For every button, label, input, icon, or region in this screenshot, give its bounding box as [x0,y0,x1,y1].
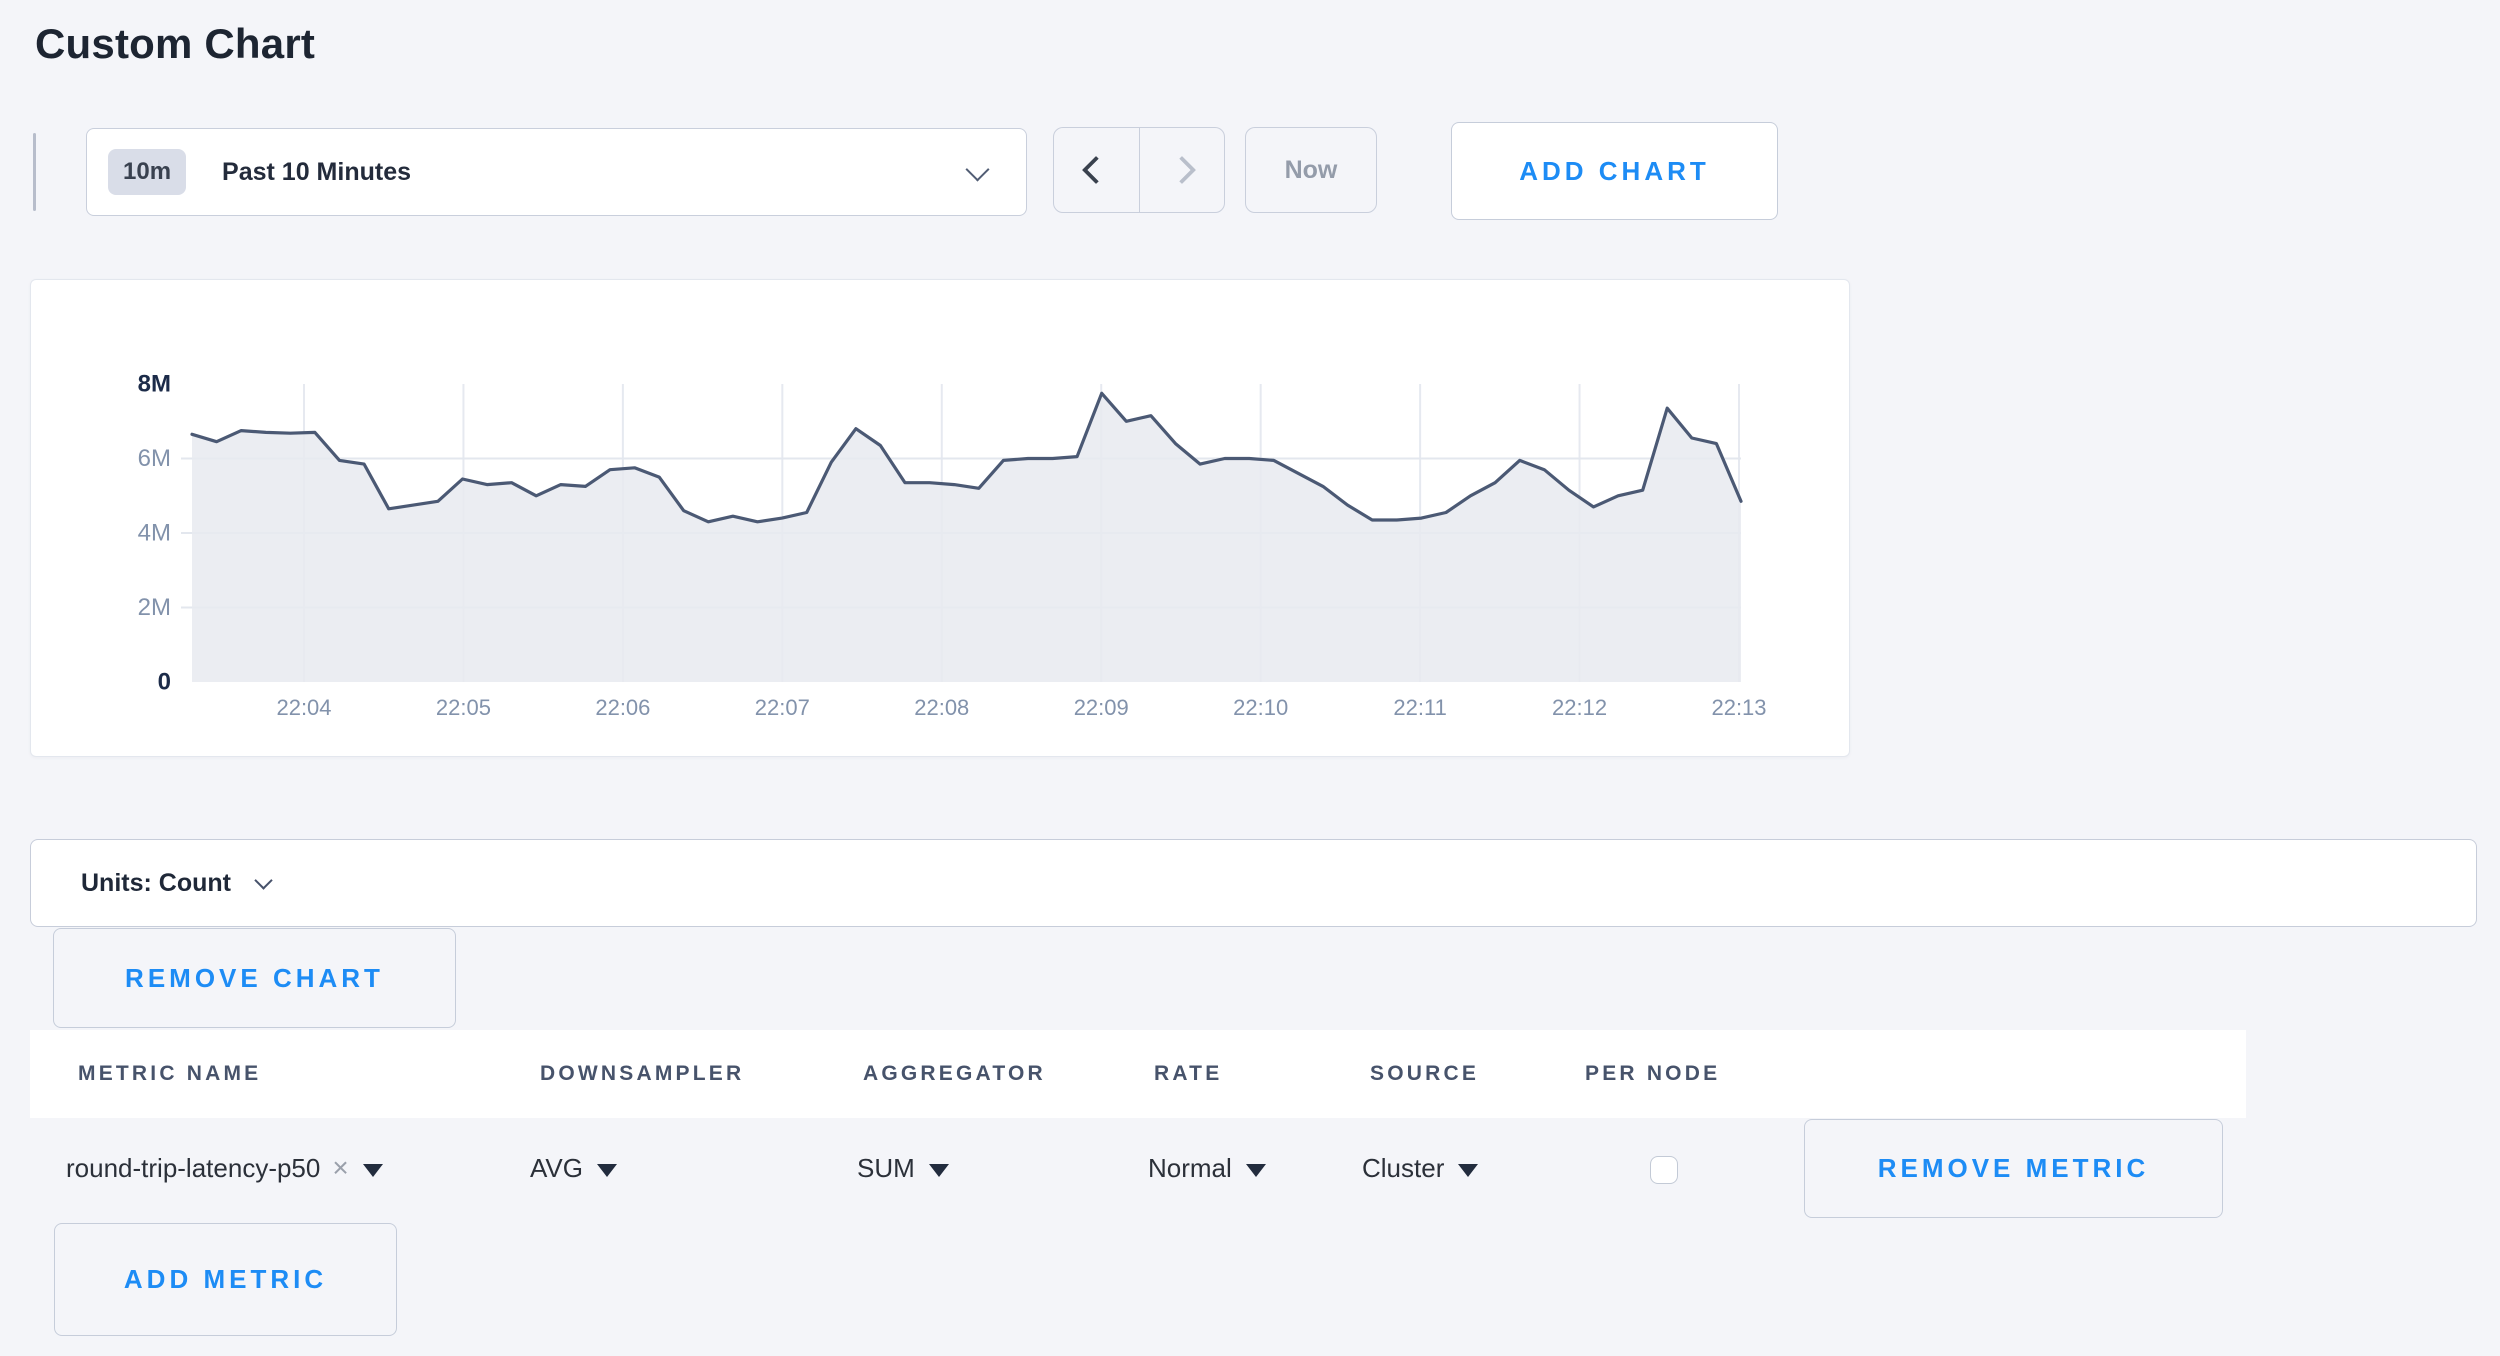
time-range-select[interactable]: 10m Past 10 Minutes [86,128,1027,216]
svg-text:22:04: 22:04 [276,695,331,720]
now-button[interactable]: Now [1245,127,1377,213]
prev-time-button[interactable] [1054,128,1140,212]
metric-name-value: round-trip-latency-p50 [66,1153,320,1184]
caret-down-icon [597,1164,617,1177]
caret-down-icon [363,1164,383,1177]
source-dropdown[interactable]: Cluster [1362,1118,1478,1218]
remove-metric-button[interactable]: REMOVE METRIC [1804,1119,2223,1218]
toolbar-left-divider [33,133,36,211]
svg-text:22:10: 22:10 [1233,695,1288,720]
column-header-source: SOURCE [1370,1030,1479,1118]
source-value: Cluster [1362,1153,1444,1184]
caret-down-icon [1246,1164,1266,1177]
chevron-left-icon [1082,156,1110,184]
svg-text:22:12: 22:12 [1552,695,1607,720]
downsampler-value: AVG [530,1153,583,1184]
remove-tag-icon[interactable]: × [332,1152,348,1184]
timeseries-area-chart: 8M 6M 4M 2M 0 22:04 22:05 22:06 22:07 22:08 22:09 2… [31,280,1849,756]
svg-text:22:07: 22:07 [755,695,810,720]
svg-text:22:09: 22:09 [1074,695,1129,720]
time-range-badge: 10m [108,149,186,195]
column-header-downsampler: DOWNSAMPLER [540,1030,744,1118]
chevron-right-icon [1168,156,1196,184]
time-nav-group [1053,127,1225,213]
rate-value: Normal [1148,1153,1232,1184]
svg-text:22:06: 22:06 [595,695,650,720]
remove-chart-button[interactable]: REMOVE CHART [53,928,456,1028]
downsampler-dropdown[interactable]: AVG [530,1118,617,1218]
page-title: Custom Chart [35,20,315,68]
svg-text:2M: 2M [138,594,171,621]
time-range-label: Past 10 Minutes [222,158,411,187]
caret-down-icon [929,1164,949,1177]
add-chart-button[interactable]: ADD CHART [1451,122,1778,220]
rate-dropdown[interactable]: Normal [1148,1118,1266,1218]
svg-text:22:11: 22:11 [1393,695,1446,720]
svg-text:8M: 8M [138,371,171,398]
metric-name-dropdown[interactable]: round-trip-latency-p50 × [66,1118,383,1218]
units-select-label: Units: Count [81,869,231,898]
svg-text:0: 0 [158,669,171,696]
caret-down-icon [1458,1164,1478,1177]
column-header-per-node: PER NODE [1585,1030,1720,1118]
per-node-checkbox[interactable] [1650,1156,1678,1184]
svg-text:22:13: 22:13 [1711,695,1766,720]
column-header-aggregator: AGGREGATOR [863,1030,1046,1118]
add-metric-button[interactable]: ADD METRIC [54,1223,397,1336]
chart-card: 8M 6M 4M 2M 0 22:04 22:05 22:06 22:07 22:08 22:09 2… [30,279,1850,757]
metrics-table-header: METRIC NAME DOWNSAMPLER AGGREGATOR RATE … [30,1030,2246,1118]
svg-text:6M: 6M [138,445,171,472]
column-header-rate: RATE [1154,1030,1222,1118]
svg-text:4M: 4M [138,520,171,547]
aggregator-value: SUM [857,1153,915,1184]
svg-text:22:05: 22:05 [436,695,491,720]
chevron-down-icon [254,871,272,889]
next-time-button[interactable] [1140,128,1225,212]
chevron-down-icon [965,157,989,181]
column-header-metric-name: METRIC NAME [78,1030,261,1118]
units-select[interactable]: Units: Count [30,839,2477,927]
aggregator-dropdown[interactable]: SUM [857,1118,949,1218]
svg-text:22:08: 22:08 [914,695,969,720]
